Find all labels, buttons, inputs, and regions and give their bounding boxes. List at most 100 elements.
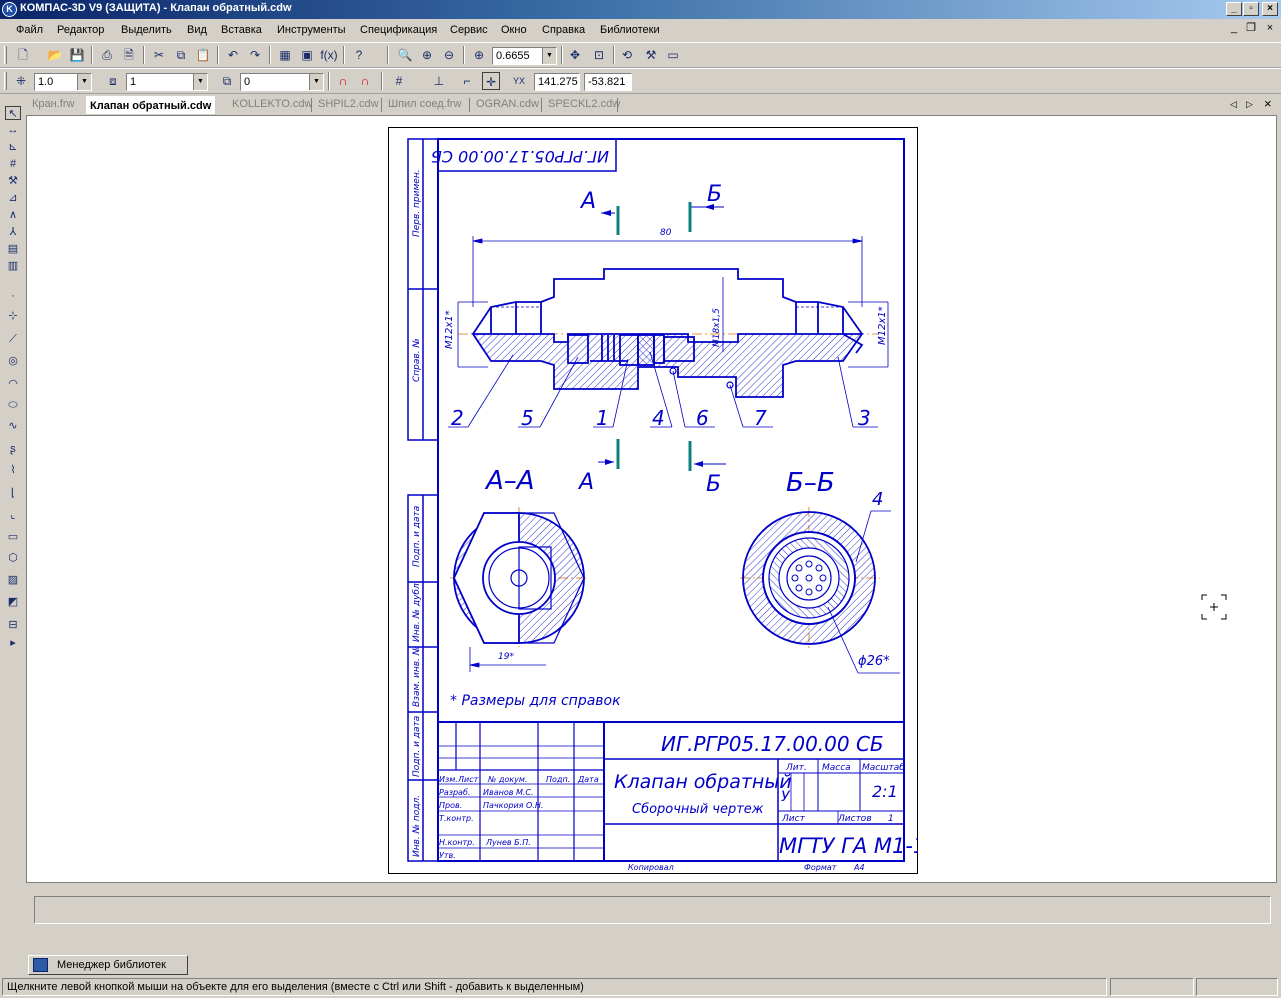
close-button[interactable]: ×: [1262, 2, 1278, 16]
bezier-icon[interactable]: ʂ: [5, 442, 21, 456]
tab-kran[interactable]: Кран.frw: [32, 98, 74, 110]
menu-insert[interactable]: Вставка: [221, 24, 262, 36]
doc-restore-button[interactable]: ❐: [1243, 21, 1259, 37]
cut-icon[interactable]: ✂: [150, 46, 168, 64]
minimize-button[interactable]: _: [1226, 2, 1242, 16]
library-manager-tab[interactable]: Менеджер библиотек: [28, 955, 188, 975]
menu-window[interactable]: Окно: [501, 24, 527, 36]
step-icon[interactable]: ⁜: [12, 72, 30, 90]
variables-icon[interactable]: f(x): [320, 46, 338, 64]
more-icon[interactable]: ▸: [5, 636, 21, 650]
arc-icon[interactable]: ◠: [5, 377, 21, 391]
local-cs-icon[interactable]: ⊥: [430, 72, 448, 90]
properties-icon[interactable]: ▦: [276, 46, 294, 64]
preview-icon[interactable]: 🗎: [120, 46, 138, 64]
manager-icon[interactable]: ▣: [298, 46, 316, 64]
redo-icon[interactable]: ↷: [246, 46, 264, 64]
menu-help[interactable]: Справка: [542, 24, 585, 36]
kompas-app-icon[interactable]: K: [2, 2, 17, 17]
tab-scroll-left-icon[interactable]: ◁: [1230, 99, 1237, 110]
tab-klapan-active[interactable]: Клапан обратный.cdw: [86, 96, 216, 114]
polyline-icon[interactable]: ⌇: [5, 463, 21, 477]
layer-icon[interactable]: ⧈: [104, 72, 122, 90]
aux-line-icon[interactable]: ⊹: [5, 309, 21, 323]
reports-icon[interactable]: ▥: [5, 259, 21, 273]
geometry-icon[interactable]: ↖: [5, 106, 21, 120]
circle-icon[interactable]: ◎: [5, 354, 21, 368]
chevron-down-icon[interactable]: ▼: [309, 74, 323, 90]
chevron-down-icon[interactable]: ▼: [193, 74, 207, 90]
tab-speckl2[interactable]: SPECKL2.cdw: [548, 98, 620, 110]
zoom-in-icon[interactable]: ⊕: [418, 46, 436, 64]
mechanics-icon[interactable]: ⚒: [642, 46, 660, 64]
menu-view[interactable]: Вид: [187, 24, 207, 36]
menu-file[interactable]: Файл: [16, 24, 43, 36]
coordinates-icon[interactable]: ✛: [482, 72, 500, 90]
coord-x-field[interactable]: 141.275: [534, 73, 580, 91]
menu-editor[interactable]: Редактор: [57, 24, 104, 36]
paste-icon[interactable]: 📋: [194, 46, 212, 64]
fill-icon[interactable]: ◩: [5, 595, 21, 609]
pan-icon[interactable]: ✥: [566, 46, 584, 64]
chevron-down-icon[interactable]: ▼: [77, 74, 91, 90]
menu-select[interactable]: Выделить: [121, 24, 172, 36]
zoom-window-icon[interactable]: 🔍: [396, 46, 414, 64]
menu-tools[interactable]: Инструменты: [277, 24, 346, 36]
show-all-icon[interactable]: ⊡: [590, 46, 608, 64]
associative-icon[interactable]: ⅄: [5, 225, 21, 239]
cursor-step-combo[interactable]: 1.0 ▼: [34, 73, 92, 91]
rectangle-icon[interactable]: ▭: [5, 530, 21, 544]
grid-icon[interactable]: #: [390, 72, 408, 90]
zoom-combo[interactable]: 0.6655 ▼: [492, 47, 557, 65]
display-icon[interactable]: ▭: [664, 46, 682, 64]
chamfer-icon[interactable]: ⌊: [5, 486, 21, 500]
contour-icon[interactable]: ⊟: [5, 618, 21, 632]
tab-close-icon[interactable]: ×: [1264, 96, 1272, 111]
help-pointer-icon[interactable]: ?: [350, 46, 368, 64]
tab-ogran[interactable]: OGRAN.cdw: [476, 98, 539, 110]
local-snap-icon[interactable]: ∩: [356, 72, 374, 90]
open-icon[interactable]: 📂: [46, 46, 64, 64]
save-icon[interactable]: 💾: [68, 46, 86, 64]
zoom-scale-icon[interactable]: ⊕: [470, 46, 488, 64]
view-combo[interactable]: 0 ▼: [240, 73, 324, 91]
snap-icon[interactable]: ∩: [334, 72, 352, 90]
chevron-down-icon[interactable]: ▼: [542, 48, 556, 64]
ellipse-icon[interactable]: ⬭: [5, 398, 21, 412]
measure-icon[interactable]: ⊿: [5, 191, 21, 205]
views-icon[interactable]: ⧉: [218, 72, 236, 90]
edit-icon[interactable]: #: [5, 157, 21, 171]
polygon-icon[interactable]: ⬡: [5, 551, 21, 565]
designations-icon[interactable]: ⊾: [5, 140, 21, 154]
layer-combo[interactable]: 1 ▼: [126, 73, 208, 91]
spec-icon[interactable]: ▤: [5, 242, 21, 256]
new-document-icon[interactable]: 🗋: [14, 46, 32, 64]
property-panel[interactable]: [34, 896, 1271, 924]
undo-icon[interactable]: ↶: [224, 46, 242, 64]
point-icon[interactable]: ·: [5, 289, 21, 303]
print-icon[interactable]: ⎙: [98, 46, 116, 64]
doc-minimize-button[interactable]: _: [1226, 21, 1242, 37]
doc-close-button[interactable]: ×: [1262, 21, 1278, 37]
tab-shpil2[interactable]: SHPIL2.cdw: [318, 98, 379, 110]
tab-scroll-right-icon[interactable]: ▷: [1246, 99, 1253, 110]
menu-specification[interactable]: Спецификация: [360, 24, 437, 36]
toolbar-grip[interactable]: [4, 72, 7, 90]
drawing-sheet[interactable]: Перв. примен. Справ. № Подп. и дата Инв.…: [388, 127, 918, 874]
tab-kollekto[interactable]: KOLLEKTO.cdw: [232, 98, 313, 110]
ortho-icon[interactable]: ⌐: [458, 72, 476, 90]
select-icon[interactable]: ∧: [5, 208, 21, 222]
parametrization-icon[interactable]: ⚒: [5, 174, 21, 188]
tab-shpil-soed[interactable]: Шпил соед.frw: [388, 98, 461, 110]
hatch-icon[interactable]: ▨: [5, 573, 21, 587]
zoom-out-icon[interactable]: ⊖: [440, 46, 458, 64]
coord-y-field[interactable]: -53.821: [584, 73, 632, 91]
segment-icon[interactable]: ⟋: [5, 332, 21, 346]
menu-libraries[interactable]: Библиотеки: [600, 24, 660, 36]
fillet-icon[interactable]: ⌞: [5, 508, 21, 522]
spline-icon[interactable]: ∿: [5, 419, 21, 433]
dimensions-icon[interactable]: ↔: [5, 123, 21, 137]
refresh-icon[interactable]: ⟲: [618, 46, 636, 64]
menu-service[interactable]: Сервис: [450, 24, 488, 36]
toolbar-grip[interactable]: [4, 46, 7, 64]
